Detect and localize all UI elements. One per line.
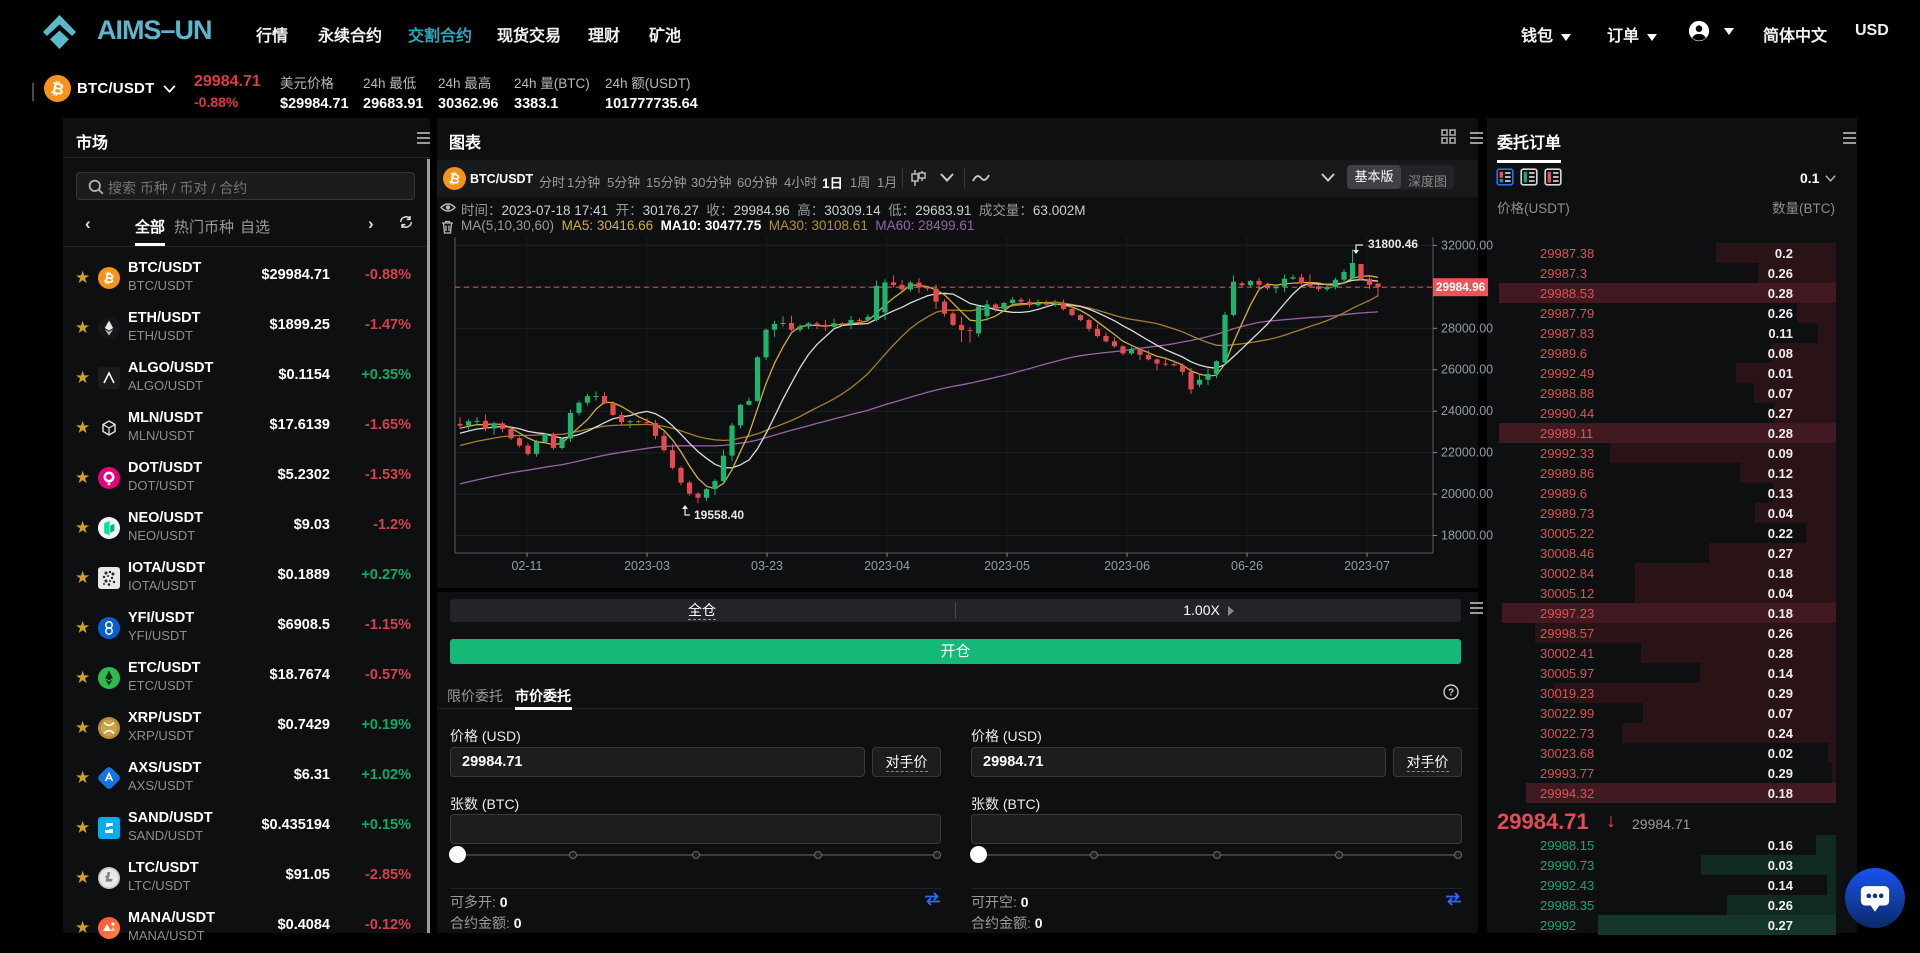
svg-text:2023-03: 2023-03 — [624, 559, 670, 573]
svg-text:29984.96: 29984.96 — [1436, 280, 1486, 294]
svg-text:19558.40: 19558.40 — [694, 508, 744, 522]
svg-text:28000.00: 28000.00 — [1441, 321, 1493, 335]
svg-text:03-23: 03-23 — [751, 559, 783, 573]
svg-text:26000.00: 26000.00 — [1441, 363, 1493, 377]
svg-text:2023-06: 2023-06 — [1104, 559, 1150, 573]
svg-text:2023-04: 2023-04 — [864, 559, 910, 573]
svg-text:22000.00: 22000.00 — [1441, 446, 1493, 460]
svg-text:18000.00: 18000.00 — [1441, 529, 1493, 543]
svg-text:?: ? — [1448, 688, 1454, 699]
svg-text:31800.46: 31800.46 — [1368, 237, 1418, 251]
svg-text:06-26: 06-26 — [1231, 559, 1263, 573]
svg-text:2023-07: 2023-07 — [1344, 559, 1390, 573]
svg-text:20000.00: 20000.00 — [1441, 487, 1493, 501]
svg-text:2023-05: 2023-05 — [984, 559, 1030, 573]
svg-text:02-11: 02-11 — [511, 559, 542, 573]
svg-text:24000.00: 24000.00 — [1441, 404, 1493, 418]
svg-text:32000.00: 32000.00 — [1441, 238, 1493, 252]
